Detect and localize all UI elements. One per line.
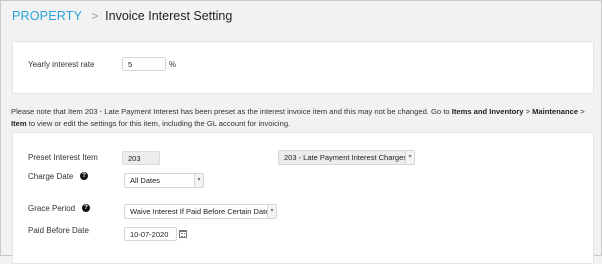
preset-item-value: 203 - Late Payment Interest Charges xyxy=(284,153,407,162)
note-text-1: Please note that Item 203 - Late Payment… xyxy=(11,107,452,116)
note-text-2: to view or edit the settings for this it… xyxy=(26,118,291,128)
note-link-maintenance: Maintenance xyxy=(532,107,579,116)
interest-settings-panel: Preset Interest Item 203 203 - Late Paym… xyxy=(12,132,594,264)
grace-period-select[interactable]: Waive Interest If Paid Before Certain Da… xyxy=(124,204,277,219)
interest-rate-input[interactable]: 5 xyxy=(122,57,166,71)
charge-date-label: Charge Date xyxy=(28,172,74,181)
charge-date-select[interactable]: All Dates ▾ xyxy=(124,173,204,188)
page-title: Invoice Interest Setting xyxy=(105,9,233,23)
breadcrumb-separator-icon: > xyxy=(91,9,99,23)
paid-before-date-input[interactable]: 10-07-2020 xyxy=(124,227,177,241)
grace-period-label: Grace Period xyxy=(28,204,76,213)
question-circle-icon[interactable]: ? xyxy=(80,172,88,180)
calendar-icon[interactable] xyxy=(179,230,187,238)
interest-rate-unit: % xyxy=(169,60,177,69)
info-note: Please note that Item 203 - Late Payment… xyxy=(11,106,595,129)
interest-rate-label: Yearly interest rate xyxy=(28,60,95,69)
question-circle-icon[interactable]: ? xyxy=(82,204,90,212)
chevron-down-icon: ▾ xyxy=(267,205,276,218)
preset-item-select: 203 - Late Payment Interest Charges ▾ xyxy=(278,150,415,165)
breadcrumb-property-link[interactable]: PROPERTY xyxy=(12,9,82,23)
note-sep-1: > xyxy=(523,107,533,116)
note-link-item: Item xyxy=(11,118,27,128)
paid-before-date-label: Paid Before Date xyxy=(28,226,89,235)
preset-item-label: Preset Interest Item xyxy=(28,153,98,162)
breadcrumb: PROPERTY > Invoice Interest Setting xyxy=(12,9,232,23)
grace-period-value: Waive Interest If Paid Before Certain Da… xyxy=(130,207,270,216)
interest-rate-panel: Yearly interest rate 5 % xyxy=(12,41,594,94)
note-link-items-inventory: Items and Inventory xyxy=(451,107,524,116)
chevron-down-icon: ▾ xyxy=(405,151,414,164)
note-sep-2: > xyxy=(578,107,585,116)
charge-date-value: All Dates xyxy=(130,176,161,185)
preset-item-code: 203 xyxy=(122,151,160,165)
chevron-down-icon: ▾ xyxy=(194,174,203,187)
